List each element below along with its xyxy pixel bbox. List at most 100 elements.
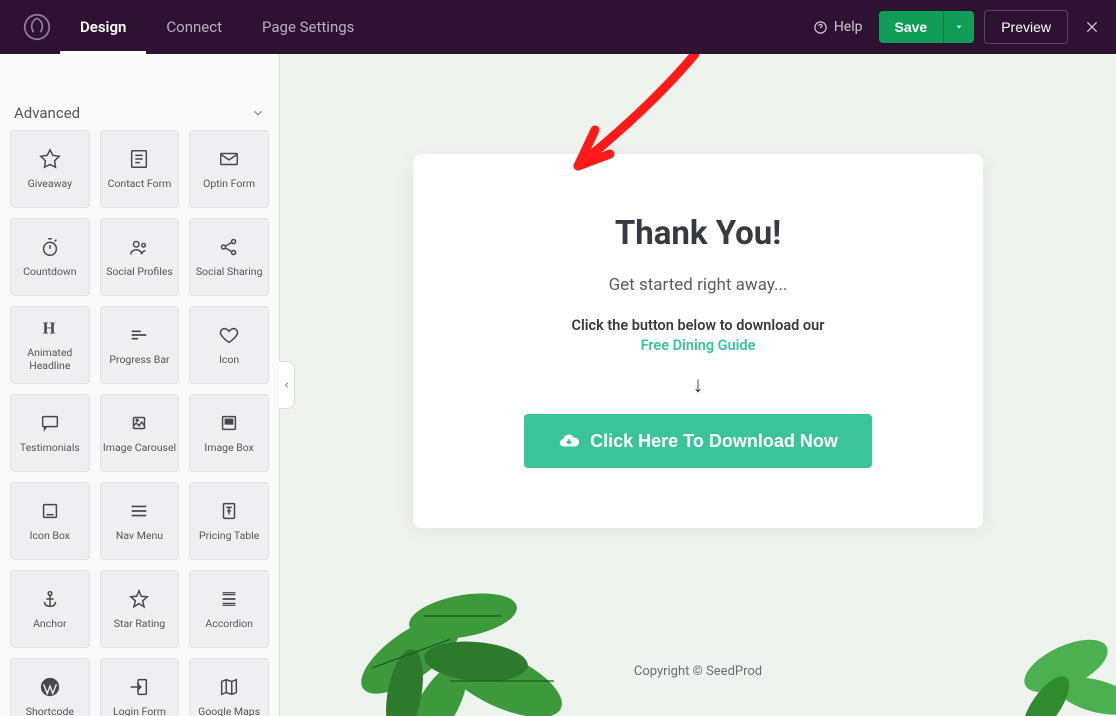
stopwatch-icon xyxy=(39,236,61,258)
people-icon xyxy=(128,236,150,258)
block-label: Login Form xyxy=(113,706,166,716)
svg-text:H: H xyxy=(42,319,55,338)
block-label: Pricing Table xyxy=(199,530,259,543)
block-giveaway[interactable]: Giveaway xyxy=(10,130,90,208)
block-label: Nav Menu xyxy=(116,530,163,543)
save-button[interactable]: Save xyxy=(879,11,944,43)
blocks-grid: Giveaway Contact Form Optin Form Countdown S… xyxy=(0,130,279,716)
arrow-down-icon: ↓ xyxy=(443,372,953,398)
block-label: Star Rating xyxy=(114,618,165,631)
section-header-label: Advanced xyxy=(14,104,80,122)
block-testimonials[interactable]: Testimonials xyxy=(10,394,90,472)
main-tabs: Design Connect Page Settings xyxy=(60,0,374,54)
sidebar-collapse-handle[interactable] xyxy=(279,361,295,409)
icon-box-icon xyxy=(39,500,61,522)
block-label: Progress Bar xyxy=(109,354,169,367)
anchor-icon xyxy=(39,588,61,610)
preview-button[interactable]: Preview xyxy=(984,10,1068,44)
preview-label: Preview xyxy=(1001,19,1051,35)
close-button[interactable] xyxy=(1082,17,1102,37)
block-label: Countdown xyxy=(23,266,76,279)
tab-design[interactable]: Design xyxy=(60,0,146,54)
guide-link[interactable]: Free Dining Guide xyxy=(443,337,953,354)
download-button-label: Click Here To Download Now xyxy=(590,431,838,452)
tab-settings-label: Page Settings xyxy=(262,18,354,36)
download-button[interactable]: Click Here To Download Now xyxy=(524,414,872,468)
sidebar: Advanced Giveaway Contact Form Optin Form C… xyxy=(0,54,280,716)
main: Advanced Giveaway Contact Form Optin Form C… xyxy=(0,54,1116,716)
block-label: Social Profiles xyxy=(106,266,173,279)
block-label: Optin Form xyxy=(203,178,255,191)
section-header-advanced[interactable]: Advanced xyxy=(0,94,279,130)
page-title: Thank You! xyxy=(443,214,953,253)
content-card: Thank You! Get started right away... Cli… xyxy=(413,154,983,528)
block-countdown[interactable]: Countdown xyxy=(10,218,90,296)
block-social-profiles[interactable]: Social Profiles xyxy=(100,218,180,296)
block-anchor[interactable]: Anchor xyxy=(10,570,90,648)
block-label: Contact Form xyxy=(108,178,172,191)
block-image-box[interactable]: Image Box xyxy=(189,394,269,472)
app-logo[interactable] xyxy=(14,13,60,41)
block-accordion[interactable]: Accordion xyxy=(189,570,269,648)
block-contact-form[interactable]: Contact Form xyxy=(100,130,180,208)
block-label: Shortcode xyxy=(26,706,74,716)
block-image-carousel[interactable]: Image Carousel xyxy=(100,394,180,472)
chevron-down-icon xyxy=(251,106,265,120)
block-label: Accordion xyxy=(205,618,253,631)
block-progress-bar[interactable]: Progress Bar xyxy=(100,306,180,384)
save-button-group: Save xyxy=(879,11,975,43)
block-icon-box[interactable]: Icon Box xyxy=(10,482,90,560)
block-label: Image Carousel xyxy=(103,442,176,455)
subtitle: Get started right away... xyxy=(443,275,953,295)
block-label: Animated Headline xyxy=(11,347,89,372)
form-icon xyxy=(128,148,150,170)
copyright-text: Copyright © SeedProd xyxy=(280,664,1116,679)
block-icon[interactable]: Icon xyxy=(189,306,269,384)
giveaway-icon xyxy=(39,148,61,170)
carousel-icon xyxy=(128,412,150,434)
block-animated-headline[interactable]: H Animated Headline xyxy=(10,306,90,384)
progress-icon xyxy=(128,324,150,346)
chevron-left-icon xyxy=(283,379,291,391)
block-label: Social Sharing xyxy=(196,266,263,279)
block-shortcode[interactable]: Shortcode xyxy=(10,658,90,716)
tab-page-settings[interactable]: Page Settings xyxy=(242,0,374,54)
heading-icon: H xyxy=(39,317,61,339)
block-label: Image Box xyxy=(204,442,253,455)
plant-decoration-right xyxy=(986,576,1116,716)
block-label: Anchor xyxy=(33,618,66,631)
pricing-icon xyxy=(218,500,240,522)
block-label: Icon Box xyxy=(30,530,70,543)
tab-design-label: Design xyxy=(80,18,126,36)
save-label: Save xyxy=(895,19,928,35)
close-icon xyxy=(1084,19,1100,35)
help-label: Help xyxy=(834,19,863,35)
block-label: Google Maps xyxy=(198,706,260,716)
chat-icon xyxy=(39,412,61,434)
share-icon xyxy=(218,236,240,258)
image-box-icon xyxy=(218,412,240,434)
instruction-text: Click the button below to download our xyxy=(443,317,953,334)
block-label: Giveaway xyxy=(28,178,73,191)
save-dropdown-button[interactable] xyxy=(943,11,974,43)
topbar: Design Connect Page Settings Help Save P… xyxy=(0,0,1116,54)
menu-icon xyxy=(128,500,150,522)
tab-connect[interactable]: Connect xyxy=(146,0,242,54)
block-social-sharing[interactable]: Social Sharing xyxy=(189,218,269,296)
block-label: Icon xyxy=(219,354,239,367)
accordion-icon xyxy=(218,588,240,610)
help-link[interactable]: Help xyxy=(813,19,863,35)
block-login-form[interactable]: Login Form xyxy=(100,658,180,716)
block-nav-menu[interactable]: Nav Menu xyxy=(100,482,180,560)
block-google-maps[interactable]: Google Maps xyxy=(189,658,269,716)
block-label: Testimonials xyxy=(20,442,80,455)
heart-icon xyxy=(218,324,240,346)
tab-connect-label: Connect xyxy=(166,18,222,36)
block-star-rating[interactable]: Star Rating xyxy=(100,570,180,648)
block-pricing-table[interactable]: Pricing Table xyxy=(189,482,269,560)
chevron-down-icon xyxy=(954,22,964,32)
wordpress-icon xyxy=(39,676,61,698)
envelope-icon xyxy=(218,148,240,170)
block-optin-form[interactable]: Optin Form xyxy=(189,130,269,208)
help-icon xyxy=(813,20,828,35)
